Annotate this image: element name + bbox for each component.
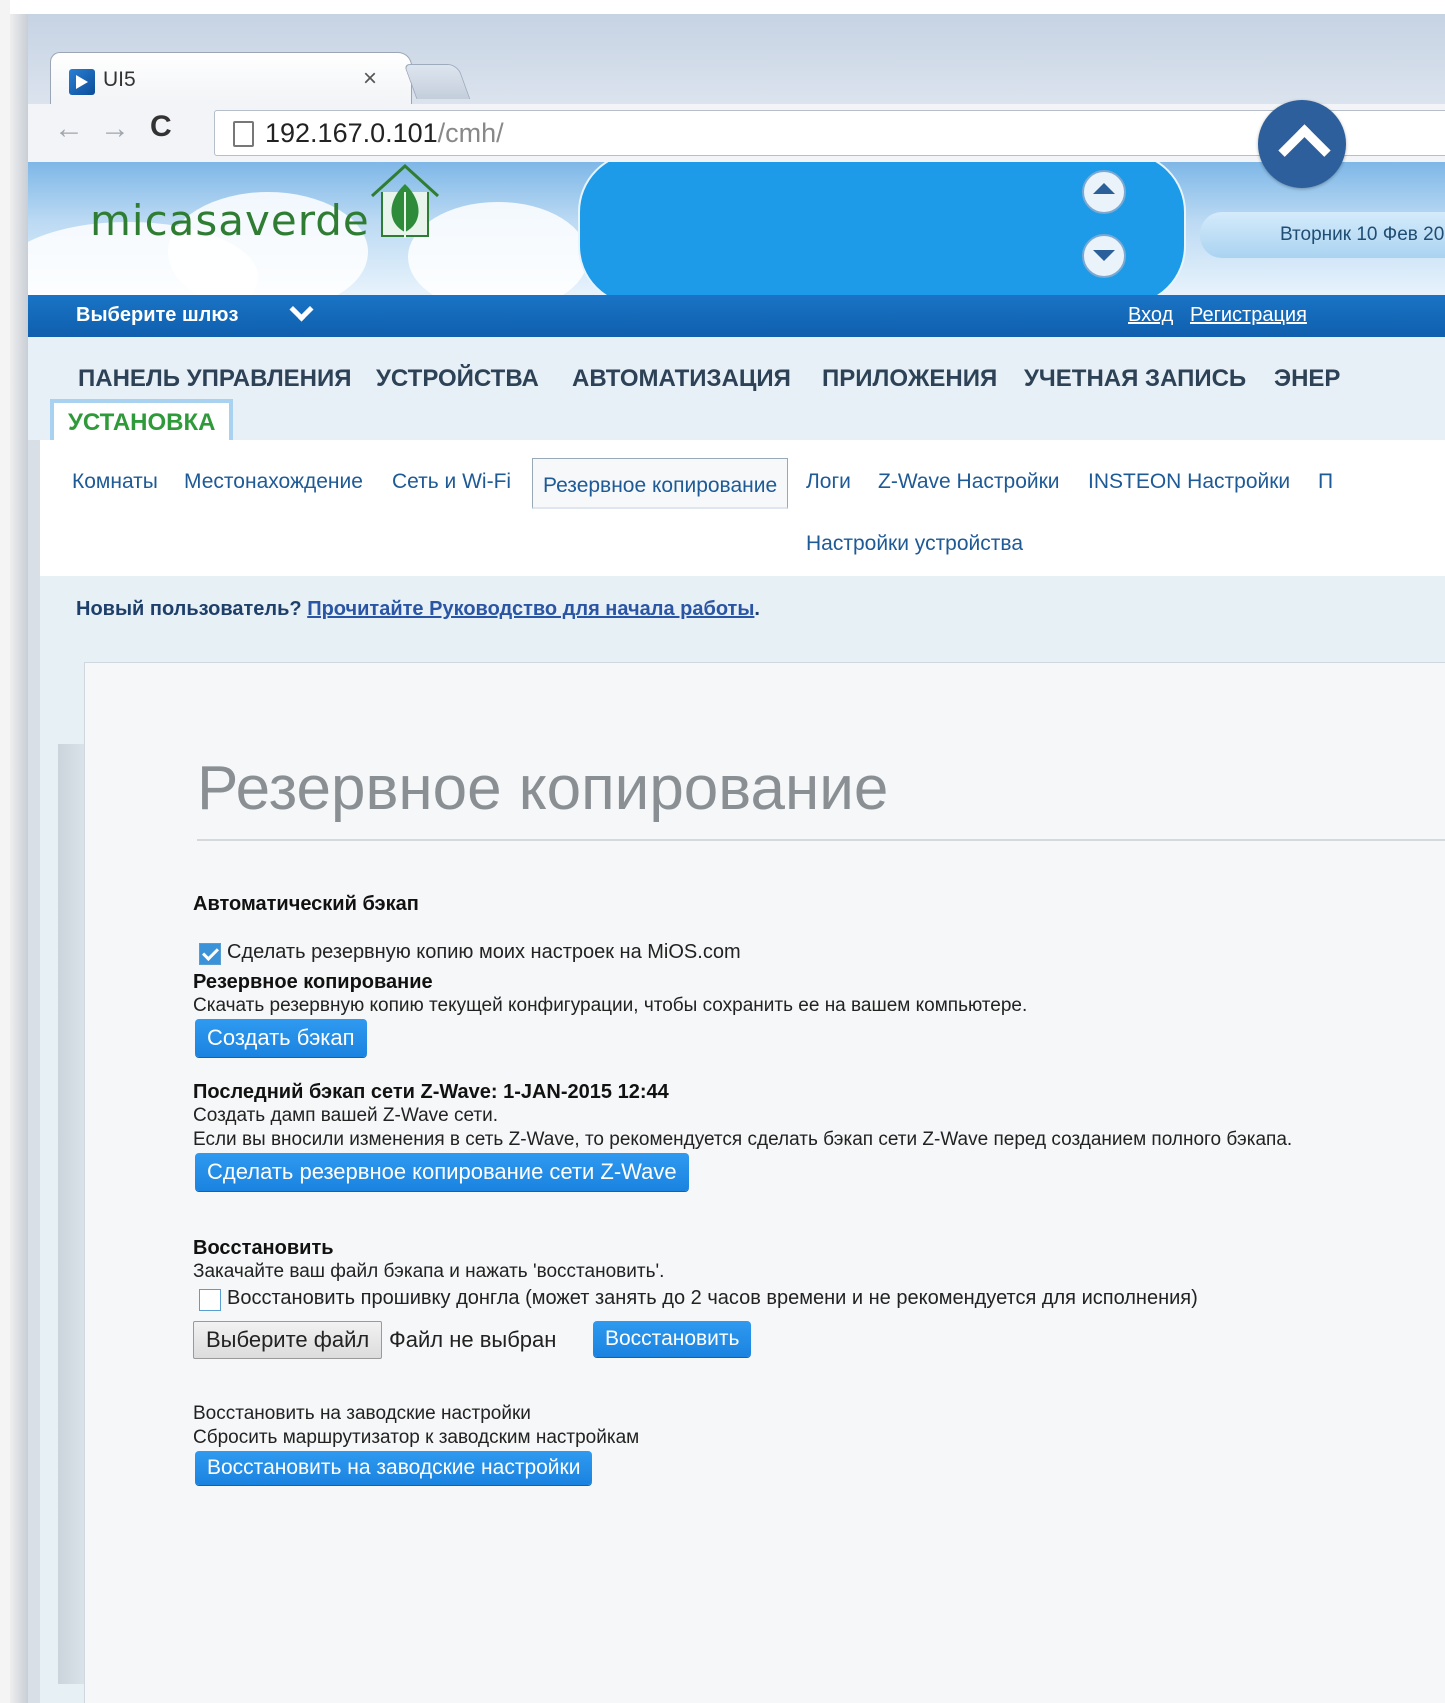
nav-dashboard[interactable]: ПАНЕЛЬ УПРАВЛЕНИЯ (78, 365, 352, 393)
dongle-restore-checkbox[interactable] (199, 1289, 221, 1311)
subnav-network[interactable]: Сеть и Wi-Fi (392, 470, 511, 494)
backup-panel: Резервное копирование Автоматический бэк… (84, 662, 1445, 1703)
nav-apps[interactable]: ПРИЛОЖЕНИЯ (822, 365, 997, 393)
sub-nav: Комнаты Местонахождение Сеть и Wi-Fi Рез… (40, 440, 1445, 578)
factory-reset-button[interactable]: Восстановить на заводские настройки (195, 1451, 593, 1485)
nav-devices[interactable]: УСТРОЙСТВА (376, 365, 539, 393)
nav-energy[interactable]: ЭНЕР (1274, 365, 1340, 393)
reload-icon[interactable]: C (150, 110, 172, 144)
zwave-backup-button[interactable]: Сделать резервное копирование сети Z-Wav… (195, 1153, 689, 1191)
restore-heading: Восстановить (193, 1237, 334, 1259)
new-tab-button[interactable] (403, 64, 471, 99)
forward-arrow-icon[interactable]: → (100, 112, 130, 146)
page-icon (233, 121, 254, 147)
restore-description: Закачайте ваш файл бэкапа и нажать 'восс… (193, 1261, 665, 1282)
subnav-rooms[interactable]: Комнаты (72, 470, 158, 494)
window-edge (10, 14, 28, 1703)
register-link[interactable]: Регистрация (1190, 304, 1307, 327)
back-arrow-icon[interactable]: ← (54, 112, 84, 146)
zwave-line1: Создать дамп вашей Z-Wave сети. (193, 1105, 499, 1126)
zwave-backup-heading: Последний бэкап сети Z-Wave: 1-JAN-2015 … (193, 1081, 669, 1103)
dongle-restore-label: Восстановить прошивку донгла (может заня… (227, 1287, 1198, 1309)
tab-title: UI5 (103, 68, 136, 91)
favicon-icon (69, 69, 95, 95)
micasaverde-logo: micasaverde (90, 196, 370, 245)
login-link[interactable]: Вход (1128, 304, 1173, 327)
file-status: Файл не выбран (389, 1327, 557, 1352)
subnav-zwave-settings[interactable]: Z-Wave Настройки (878, 470, 1060, 494)
factory-reset-heading: Восстановить на заводские настройки (193, 1403, 531, 1424)
tab-strip: UI5 × (28, 14, 1445, 107)
nav-automation[interactable]: АВТОМАТИЗАЦИЯ (572, 365, 791, 393)
close-icon[interactable]: × (363, 65, 377, 93)
page-title: Резервное копирование (197, 754, 889, 823)
slider-down-icon[interactable] (1082, 234, 1126, 278)
title-divider (197, 839, 1445, 841)
gateway-select[interactable]: Выберите шлюз (76, 304, 238, 327)
nav-account[interactable]: УЧЕТНАЯ ЗАПИСЬ (1024, 365, 1246, 393)
backup-heading: Резервное копирование (193, 971, 433, 993)
subnav-insteon-settings[interactable]: INSTEON Настройки (1088, 470, 1290, 494)
url-text: 192.167.0.101/cmh/ (265, 118, 504, 148)
subnav-logs[interactable]: Логи (806, 470, 851, 494)
browser-toolbar: ← → C 192.167.0.101/cmh/ (28, 104, 1445, 163)
nav-setup[interactable]: УСТАНОВКА (50, 399, 234, 441)
chevron-up-icon (1278, 124, 1331, 177)
site-header: micasaverde Вторник 10 Фев 20 (28, 162, 1445, 295)
guide-suffix: . (754, 598, 760, 620)
subnav-location[interactable]: Местонахождение (184, 470, 363, 494)
chevron-down-icon[interactable] (289, 297, 314, 322)
create-backup-button[interactable]: Создать бэкап (195, 1019, 367, 1057)
zwave-line2: Если вы вносили изменения в сеть Z-Wave,… (193, 1129, 1293, 1150)
main-nav: ПАНЕЛЬ УПРАВЛЕНИЯ УСТРОЙСТВА АВТОМАТИЗАЦ… (28, 337, 1445, 441)
scroll-to-top-button[interactable] (1258, 100, 1346, 188)
date-text: Вторник 10 Фев 20 (1280, 224, 1445, 245)
browser-tab[interactable]: UI5 × (50, 52, 412, 107)
restore-button[interactable]: Восстановить (593, 1321, 752, 1357)
outer-margin (0, 0, 10, 1703)
house-leaf-icon (370, 163, 440, 238)
auto-backup-checkbox[interactable] (199, 943, 221, 965)
new-user-notice: Новый пользователь? Прочитайте Руководст… (76, 598, 760, 621)
subnav-backup[interactable]: Резервное копирование (532, 458, 789, 509)
choose-file-button[interactable]: Выберите файл (193, 1321, 383, 1359)
guide-link[interactable]: Прочитайте Руководство для начала работы (307, 598, 754, 620)
browser-window: UI5 × ← → C 192.167.0.101/cmh/ micasaver… (28, 14, 1445, 1703)
auto-backup-heading: Автоматический бэкап (193, 893, 419, 915)
gateway-bar: Выберите шлюз Вход Регистрация (28, 295, 1445, 337)
date-display: Вторник 10 Фев 20 (1200, 212, 1445, 258)
auto-backup-label: Сделать резервную копию моих настроек на… (227, 941, 741, 963)
guide-prefix: Новый пользователь? (76, 598, 308, 620)
factory-reset-description: Сбросить маршрутизатор к заводским настр… (193, 1427, 640, 1448)
backup-description: Скачать резервную копию текущей конфигур… (193, 995, 1028, 1016)
slider-up-icon[interactable] (1082, 170, 1126, 214)
subnav-more[interactable]: П (1318, 470, 1333, 494)
subnav-device-settings[interactable]: Настройки устройства (806, 532, 1023, 556)
